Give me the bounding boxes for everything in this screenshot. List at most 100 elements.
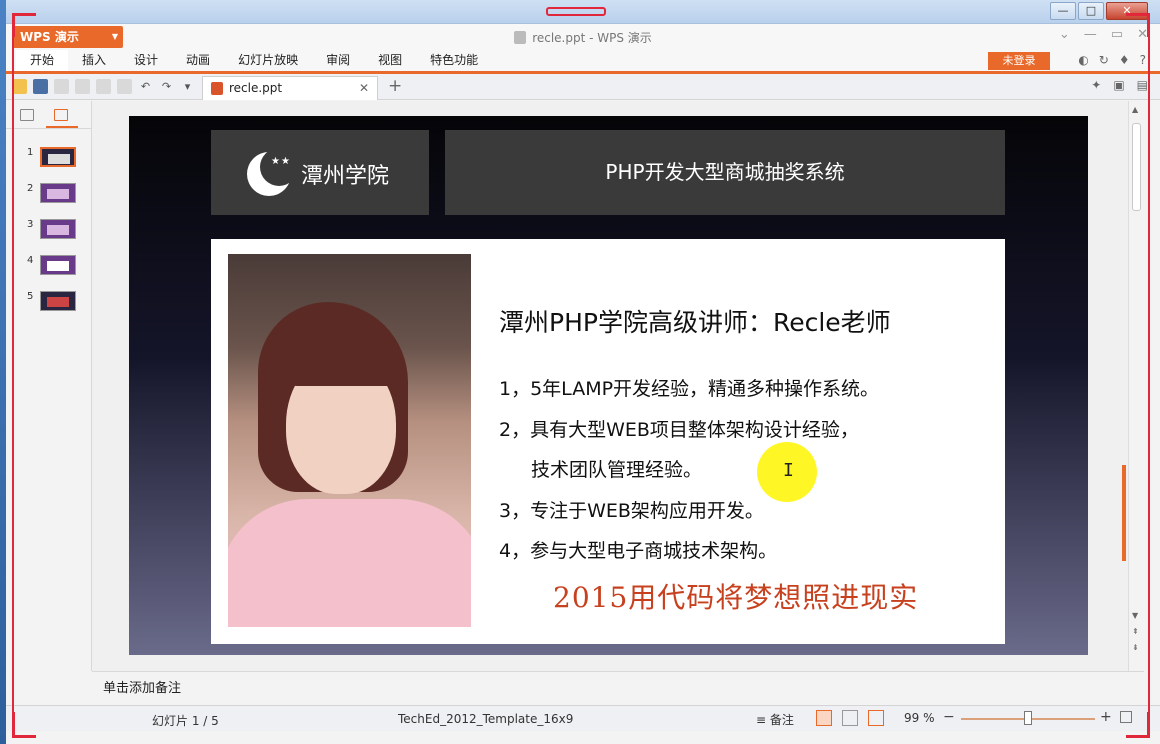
new-tab-icon[interactable]: +	[388, 76, 402, 96]
logo-box: ★★ 潭州学院	[211, 130, 429, 215]
active-pane-indicator	[46, 126, 78, 128]
ppt-file-icon	[514, 31, 527, 44]
slide-thumbnail[interactable]: 2	[6, 183, 91, 219]
scroll-thumb[interactable]	[1132, 123, 1141, 211]
document-tab-label: recle.ppt	[229, 81, 283, 95]
os-titlebar: — □ ✕	[6, 0, 1160, 24]
slide-thumbnail[interactable]: 1	[6, 147, 91, 183]
pin-icon[interactable]: ✦	[1091, 78, 1101, 92]
tab-review[interactable]: 审阅	[312, 50, 364, 71]
ribbon-tabs: 开始 插入 设计 动画 幻灯片放映 审阅 视图 特色功能 未登录 ◐ ↻ ♦ ?	[6, 50, 1160, 74]
slide-thumbnail-image	[40, 255, 76, 275]
close-tab-icon[interactable]: ✕	[359, 77, 369, 99]
speaker-title: 潭州PHP学院高级讲师：Recle老师	[499, 308, 891, 337]
bullet-item: 技术团队管理经验。	[531, 459, 703, 481]
pane-resize-handle[interactable]	[1122, 465, 1126, 561]
logo-text: 潭州学院	[301, 164, 390, 189]
redo-icon[interactable]: ↷	[159, 79, 174, 94]
template-name: TechEd_2012_Template_16x9	[398, 712, 574, 726]
bullet-list: 1，5年LAMP开发经验，精通多种操作系统。 2，具有大型WEB项目整体架构设计…	[499, 369, 879, 572]
recording-frame-corner	[1126, 13, 1150, 37]
bullet-item: 4，参与大型电子商城技术架构。	[499, 540, 778, 562]
quick-toolbar: ↶ ↷ ▾ recle.ppt ✕ + ✦ ▣ ▤	[6, 74, 1160, 100]
slide-number: 1	[27, 147, 34, 158]
help-icon[interactable]: ?	[1140, 53, 1146, 67]
recording-frame-corner	[12, 712, 36, 738]
tab-animation[interactable]: 动画	[172, 50, 224, 71]
recording-frame-corner	[1126, 712, 1150, 738]
wps-title-row: WPS 演示 ▼ recle.ppt - WPS 演示 ⌄ — ▭ ✕	[6, 24, 1160, 50]
speaker-photo	[228, 254, 471, 627]
ppt-file-icon	[211, 82, 223, 95]
zoom-in-icon[interactable]: +	[1100, 709, 1112, 725]
tab-view[interactable]: 视图	[364, 50, 416, 71]
save-icon[interactable]	[33, 79, 48, 94]
slide-thumbnail-image	[40, 219, 76, 239]
preview-icon[interactable]	[117, 79, 132, 94]
notes-toggle-label: 备注	[769, 713, 794, 727]
scroll-up-icon[interactable]: ▲	[1132, 105, 1138, 114]
open-icon[interactable]	[12, 79, 27, 94]
cursor-highlight: I	[757, 442, 817, 502]
window-mode-icon[interactable]: ▣	[1113, 78, 1124, 92]
undo-icon[interactable]: ↶	[138, 79, 153, 94]
notes-field[interactable]: 单击添加备注	[92, 671, 1144, 705]
tab-design[interactable]: 设计	[120, 50, 172, 71]
slide-thumbnail-image	[40, 183, 76, 203]
normal-view-icon[interactable]	[816, 710, 832, 726]
sorter-view-icon[interactable]	[842, 710, 858, 726]
skin-icon[interactable]: ◐	[1078, 53, 1088, 67]
slide-counter: 幻灯片 1 / 5	[152, 714, 219, 728]
zoom-out-icon[interactable]: −	[943, 709, 955, 725]
bullet-item: 1，5年LAMP开发经验，精通多种操作系统。	[499, 378, 880, 400]
slide-thumbnail-pane: 1 2 3 4 5	[6, 101, 92, 671]
bullet-item: 3，专注于WEB架构应用开发。	[499, 499, 764, 522]
os-minimize-button[interactable]: —	[1050, 2, 1076, 20]
status-bar: 幻灯片 1 / 5 TechEd_2012_Template_16x9 ≡ 备注…	[6, 705, 1160, 731]
refresh-icon[interactable]: ↻	[1099, 53, 1109, 67]
shirt-icon[interactable]: ♦	[1119, 53, 1130, 67]
slide-thumbnail[interactable]: 3	[6, 219, 91, 255]
wps-presentation-window: — □ ✕ WPS 演示 ▼ recle.ppt - WPS 演示 ⌄ — ▭ …	[6, 0, 1160, 744]
export-pdf-icon[interactable]	[54, 79, 69, 94]
zoom-slider-handle[interactable]	[1024, 711, 1032, 725]
notes-toggle[interactable]: ≡ 备注	[756, 711, 794, 728]
document-tab[interactable]: recle.ppt ✕	[202, 76, 378, 100]
text-cursor-icon: I	[783, 460, 794, 481]
minimize-icon[interactable]: —	[1084, 27, 1097, 42]
login-button[interactable]: 未登录	[988, 52, 1050, 70]
collapse-icon[interactable]: ⌄	[1059, 27, 1070, 42]
tab-home[interactable]: 开始	[16, 50, 69, 71]
current-slide[interactable]: ★★ 潭州学院 PHP开发大型商城抽奖系统 潭州PHP学院高级讲师：Recle老…	[129, 116, 1088, 655]
prev-slide-icon[interactable]: ⇞	[1132, 627, 1139, 636]
toolbar-menu-icon[interactable]: ▤	[1137, 78, 1148, 92]
slide-thumbnail[interactable]: 5	[6, 291, 91, 327]
slides-view-icon[interactable]	[54, 109, 68, 121]
vertical-scrollbar[interactable]: ▲ ▼ ⇞ ⇟	[1128, 101, 1144, 671]
window-title-text: recle.ppt - WPS 演示	[532, 31, 652, 45]
tab-slideshow[interactable]: 幻灯片放映	[224, 50, 312, 71]
slide-canvas: ★★ 潭州学院 PHP开发大型商城抽奖系统 潭州PHP学院高级讲师：Recle老…	[92, 101, 1144, 671]
print-icon[interactable]	[75, 79, 90, 94]
restore-icon[interactable]: ▭	[1111, 27, 1123, 42]
content-panel: 潭州PHP学院高级讲师：Recle老师 1，5年LAMP开发经验，精通多种操作系…	[211, 239, 1005, 644]
bullet-item: 2，具有大型WEB项目整体架构设计经验，	[499, 418, 859, 441]
tab-features[interactable]: 特色功能	[416, 50, 492, 71]
toolbar-dropdown-icon[interactable]: ▾	[180, 79, 195, 94]
os-maximize-button[interactable]: □	[1078, 2, 1104, 20]
star-icon: ★★	[271, 156, 291, 167]
slide-number: 2	[27, 183, 34, 194]
zoom-level: 99 %	[904, 711, 935, 725]
tab-insert[interactable]: 插入	[68, 50, 120, 71]
slide-thumbnail-image	[40, 147, 76, 167]
next-slide-icon[interactable]: ⇟	[1132, 643, 1139, 652]
slide-thumbnail-image	[40, 291, 76, 311]
outline-view-icon[interactable]	[20, 109, 34, 121]
scroll-down-icon[interactable]: ▼	[1132, 611, 1138, 620]
slide-thumbnail[interactable]: 4	[6, 255, 91, 291]
recording-frame-right	[1148, 36, 1150, 712]
recording-marker	[546, 7, 606, 16]
slideshow-play-icon[interactable]	[868, 710, 884, 726]
print-preview-icon[interactable]	[96, 79, 111, 94]
recording-frame-corner	[12, 13, 36, 37]
